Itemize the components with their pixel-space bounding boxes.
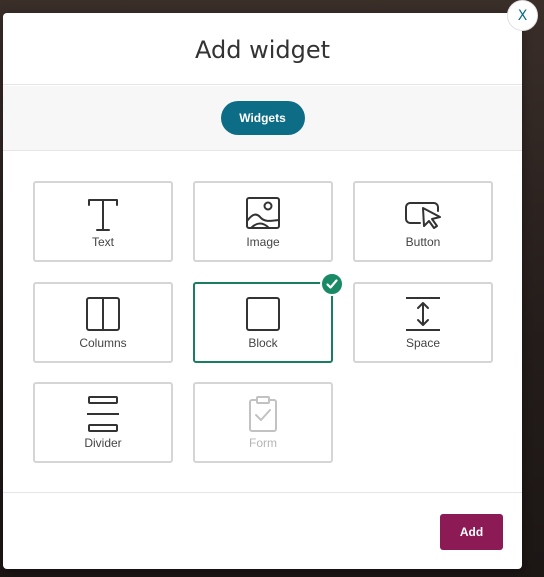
widget-tile-divider[interactable]: Divider (33, 382, 173, 463)
close-button[interactable]: X (507, 0, 538, 31)
tab-widgets[interactable]: Widgets (220, 101, 305, 135)
dialog-title: Add widget (194, 35, 331, 64)
widget-label: Space (405, 336, 441, 350)
dialog-header: Add widget (3, 13, 522, 85)
widget-label: Text (91, 235, 114, 249)
widget-label: Button (405, 235, 441, 249)
widget-tile-block[interactable]: Block (193, 282, 333, 363)
widget-tile-image[interactable]: Image (193, 181, 333, 262)
widget-label: Form (249, 436, 277, 450)
widget-tile-space[interactable]: Space (353, 282, 493, 363)
footer-divider (3, 492, 522, 493)
widget-tile-text[interactable]: Text (33, 181, 173, 262)
add-widget-dialog: Add widget Widgets Text Image Button Col… (3, 13, 522, 569)
widget-tile-button[interactable]: Button (353, 181, 493, 262)
clipboard-check-icon (249, 396, 277, 432)
checkmark-icon (326, 279, 338, 289)
widget-label: Divider (84, 436, 122, 450)
widget-tile-columns[interactable]: Columns (33, 282, 173, 363)
selected-check-icon (320, 272, 344, 296)
columns-icon (86, 297, 120, 331)
widget-label: Block (248, 336, 278, 350)
divider-icon (87, 396, 119, 432)
image-icon (246, 197, 280, 229)
text-icon (88, 199, 118, 231)
widget-label: Image (246, 235, 280, 249)
widget-label: Columns (79, 336, 127, 350)
space-icon (406, 297, 440, 331)
add-button[interactable]: Add (440, 514, 503, 550)
block-icon (246, 297, 280, 331)
button-cursor-icon (405, 202, 441, 229)
widget-tile-form: Form (193, 382, 333, 463)
widget-tab-bar: Widgets (3, 86, 522, 151)
